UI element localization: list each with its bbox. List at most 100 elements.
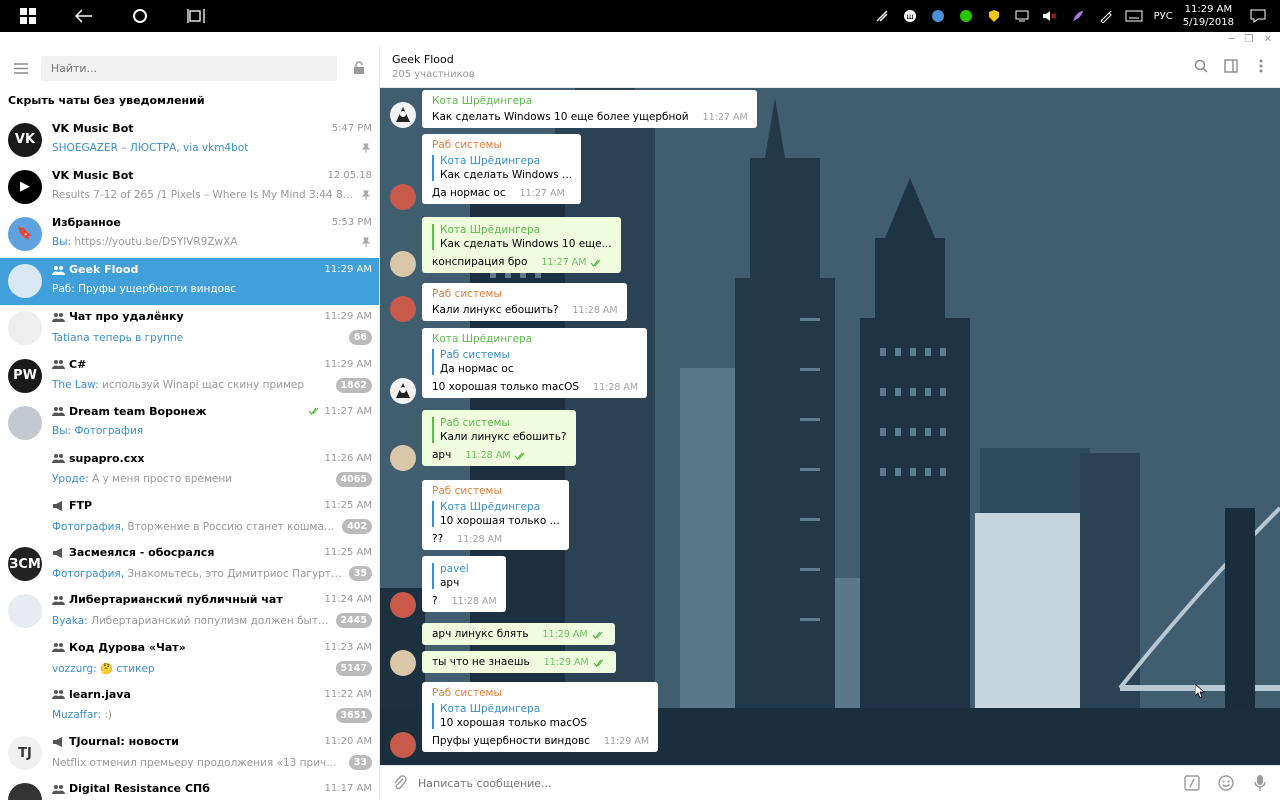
- message-author[interactable]: Кота Шрёдингера: [432, 333, 638, 345]
- taskbar: ш РУС 11:29 AM 5/19/2018: [0, 0, 1280, 32]
- message-time: 11:28 AM: [465, 450, 528, 461]
- chat-name: learn.java: [52, 688, 131, 701]
- notification-center-icon[interactable]: [1246, 0, 1270, 32]
- sender-avatar[interactable]: [390, 592, 416, 618]
- chat-list-item[interactable]: Digital Resistance СПб 11:17 AM: [0, 777, 379, 800]
- unread-badge: 66: [348, 330, 372, 346]
- message-bubble[interactable]: Раб системы Кота Шрёдингера 10 хорошая тол…: [422, 480, 569, 550]
- volume-mute-icon[interactable]: [1038, 0, 1062, 32]
- reply-quote[interactable]: Кота Шрёдингера 10 хорошая только macOS: [432, 703, 649, 729]
- hide-muted-chats-toggle[interactable]: Скрыть чаты без уведомлений: [0, 88, 379, 112]
- maximize-icon[interactable]: ❐: [1245, 34, 1254, 45]
- cortana-circle-icon[interactable]: [112, 0, 168, 32]
- message-bubble[interactable]: Кота Шрёдингера Раб системы Да нормас ос 10…: [422, 328, 648, 398]
- network-app-icon[interactable]: [926, 0, 950, 32]
- group-icon: [52, 359, 65, 370]
- chat-list-item[interactable]: 🔖 Избранное 5:53 PM Вы: https://youtu.be/DS…: [0, 210, 379, 257]
- unread-badge: 1862: [335, 377, 372, 393]
- microphone-icon[interactable]: [1250, 773, 1270, 793]
- message-time: 11:28 AM: [457, 534, 503, 545]
- message-author[interactable]: Раб системы: [432, 687, 649, 699]
- bot-command-icon[interactable]: [1182, 773, 1202, 793]
- message-author[interactable]: Раб системы: [432, 485, 560, 497]
- chat-list-item[interactable]: ▶ VK Music Bot 12.05.18 Results 7-12 of 265…: [0, 163, 379, 210]
- display-icon[interactable]: [1010, 0, 1034, 32]
- message-bubble[interactable]: Раб системы Кота Шрёдингера 10 хорошая тол…: [422, 682, 659, 752]
- chat-list-item[interactable]: TJ TJournal: новости 11:20 AM Netflix отмен…: [0, 729, 379, 776]
- pen-icon[interactable]: [1094, 0, 1118, 32]
- pen-slash-icon[interactable]: [870, 0, 894, 32]
- chat-list-item[interactable]: PW C# 11:29 AM The Law: используй Winapi ща…: [0, 352, 379, 399]
- message-bubble[interactable]: Раб системы Кота Шрёдингера Как сделать Wi…: [422, 134, 582, 204]
- search-icon[interactable]: [1192, 57, 1210, 75]
- chat-list-item[interactable]: learn.java 11:22 AM Muzaffar: :) 3651: [0, 682, 379, 729]
- message-bubble[interactable]: Раб системы Кали линукс ебошить? 11:28 AM: [422, 283, 627, 321]
- chat-name: C#: [52, 358, 86, 371]
- chat-list-item[interactable]: Dream team Воронеж 11:27 AM Вы: Фотография: [0, 399, 379, 446]
- chat-list-item[interactable]: Код Дурова «Чат» 11:23 AM vozzurg: 🤔 стике…: [0, 635, 379, 682]
- message-bubble[interactable]: арч линукс блять 11:29 AM: [422, 623, 615, 645]
- keyboard-icon[interactable]: [1122, 0, 1146, 32]
- chat-list-item[interactable]: FTP 11:25 AM Фотография, Вторжение в Росси…: [0, 494, 379, 541]
- chat-list-item[interactable]: ЗСМ Засмеялся - обосрался 11:25 AM Фотограф…: [0, 541, 379, 588]
- message-bubble[interactable]: Раб системы Кали линукс ебошить? арч 11:28 …: [422, 410, 576, 466]
- taskbar-clock[interactable]: 11:29 AM 5/19/2018: [1183, 3, 1234, 29]
- message-time: 11:29 AM: [543, 629, 606, 640]
- lock-icon[interactable]: [349, 58, 369, 78]
- chat-list-item[interactable]: Либертарианский публичный чат 11:24 AM Bya…: [0, 588, 379, 635]
- hamburger-menu-icon[interactable]: [10, 57, 32, 79]
- message-text: Да нормас ос: [432, 187, 506, 199]
- message-author[interactable]: Раб системы: [432, 139, 572, 151]
- message-area[interactable]: Кота Шрёдингера Как сделать Windows 10 ещ…: [380, 88, 1280, 765]
- emoji-icon[interactable]: [1216, 773, 1236, 793]
- security-shield-icon[interactable]: [982, 0, 1006, 32]
- app-tray-icon[interactable]: ш: [898, 0, 922, 32]
- sender-avatar[interactable]: [390, 378, 416, 404]
- wechat-icon[interactable]: [954, 0, 978, 32]
- chat-list-item[interactable]: Geek Flood 11:29 AM Раб: Пруфы ущербности …: [0, 257, 379, 305]
- group-icon: [52, 595, 65, 605]
- reply-quote[interactable]: Кота Шрёдингера Как сделать Windows 10 ещ…: [432, 224, 612, 250]
- chat-avatar: ЗСМ: [8, 547, 42, 582]
- chat-list-item[interactable]: VK VK Music Bot 5:47 PM SHOEGAZER – ЛЮСТРА,…: [0, 116, 379, 163]
- search-input[interactable]: [40, 55, 338, 81]
- avatar-text: TJ: [18, 745, 32, 761]
- sender-avatar[interactable]: [390, 251, 416, 277]
- reply-quote[interactable]: Раб системы Кали линукс ебошить?: [432, 417, 567, 443]
- sender-avatar[interactable]: [390, 732, 416, 758]
- language-indicator[interactable]: РУС: [1154, 11, 1173, 22]
- chat-name: VK Music Bot: [52, 121, 134, 135]
- more-options-icon[interactable]: [1252, 57, 1270, 75]
- message-author[interactable]: Раб системы: [432, 288, 618, 300]
- reply-quote[interactable]: Раб системы Да нормас ос: [432, 349, 638, 375]
- message-input[interactable]: [416, 773, 1156, 793]
- message-time: 11:27 AM: [541, 257, 604, 268]
- sender-avatar[interactable]: [390, 445, 416, 471]
- chat-preview: Tatiana теперь в группе: [52, 331, 184, 344]
- side-panel-icon[interactable]: [1222, 57, 1240, 75]
- feather-icon[interactable]: [1066, 0, 1090, 32]
- reply-quote[interactable]: Кота Шрёдингера Как сделать Windows ...: [432, 155, 572, 181]
- message-bubble[interactable]: pavel арч? 11:28 AM: [422, 556, 506, 612]
- close-icon[interactable]: ✕: [1264, 34, 1272, 45]
- task-view-icon[interactable]: [168, 0, 224, 32]
- group-icon: [52, 265, 65, 275]
- chat-list-item[interactable]: supapro.cxx 11:26 AM Уроде: А у меня прост…: [0, 446, 379, 493]
- back-arrow-icon[interactable]: [56, 0, 112, 32]
- reply-quote[interactable]: Кота Шрёдингера 10 хорошая только ...: [432, 501, 560, 527]
- chat-list-item[interactable]: Чат про удалёнку 11:29 AM Tatiana теперь в…: [0, 305, 379, 352]
- chat-title[interactable]: Geek Flood: [392, 53, 454, 66]
- message-author[interactable]: Кота Шрёдингера: [432, 95, 748, 107]
- reply-quote[interactable]: pavel арч: [432, 563, 497, 589]
- attach-paperclip-icon[interactable]: [390, 773, 410, 793]
- message-bubble[interactable]: Кота Шрёдингера Как сделать Windows 10 ещ…: [422, 217, 621, 273]
- sender-avatar[interactable]: [390, 296, 416, 322]
- sender-avatar[interactable]: [390, 650, 416, 676]
- sender-avatar[interactable]: [390, 184, 416, 210]
- message-bubble[interactable]: Кота Шрёдингера Как сделать Windows 10 ещ…: [422, 90, 757, 128]
- windows-start-icon[interactable]: [0, 0, 56, 32]
- sender-avatar[interactable]: [390, 102, 416, 128]
- message-bubble[interactable]: ты что не знаешь 11:29 AM: [422, 651, 616, 673]
- chat-time: 11:23 AM: [324, 641, 372, 653]
- minimize-icon[interactable]: ─: [1229, 34, 1235, 45]
